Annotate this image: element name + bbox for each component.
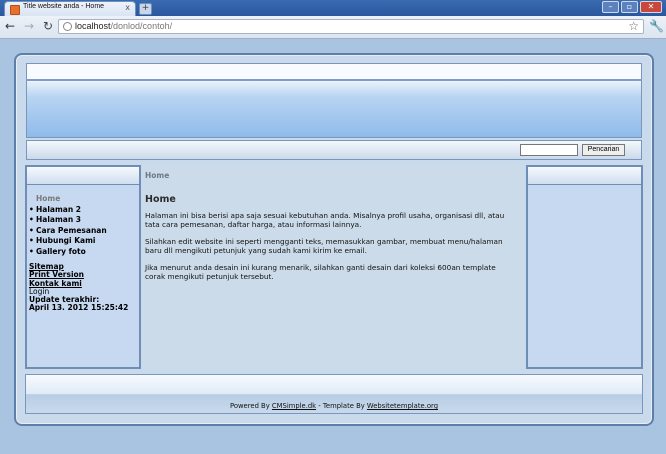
bullet-icon: • — [29, 246, 34, 256]
reload-icon[interactable]: ↻ — [41, 19, 55, 33]
browser-tab[interactable]: Title website anda - Home x — [4, 1, 136, 16]
menu-item-cara-pemesanan[interactable]: • Cara Pemesanan — [29, 226, 107, 237]
right-sidebar — [526, 165, 643, 369]
menu-item-label: Halaman 2 — [36, 204, 82, 214]
window-close-button[interactable]: ✕ — [640, 1, 662, 13]
search-button[interactable]: Pencarian — [582, 144, 625, 156]
last-update-value: April 13. 2012 15:25:42 — [29, 303, 129, 313]
address-bar[interactable]: localhost/donlod/contoh/ ☆ — [58, 19, 644, 34]
side-links: Sitemap Print Version Kontak kami Login … — [29, 262, 129, 313]
menu-item-label: Gallery foto — [36, 246, 86, 256]
menu-item-home[interactable]: Home — [29, 194, 107, 205]
bullet-icon: • — [29, 215, 34, 224]
address-url[interactable]: localhost/donlod/contoh/ — [75, 21, 172, 31]
url-path: /donlod/contoh/ — [110, 21, 173, 31]
bullet-icon: • — [29, 204, 34, 214]
menu-item-label: Halaman 3 — [36, 215, 82, 224]
footer-credits: Powered By CMSimple.dk - Template By Web… — [26, 402, 642, 410]
content-paragraph: Jika menurut anda desain ini kurang mena… — [145, 263, 496, 281]
new-tab-button[interactable]: + — [139, 3, 152, 15]
cmsimple-link[interactable]: CMSimple.dk — [272, 402, 316, 410]
left-sidebar-cap — [27, 167, 139, 185]
bullet-icon: • — [29, 225, 34, 235]
bullet-icon: • — [29, 236, 34, 245]
header-divider — [26, 79, 642, 81]
menu-item-label: Cara Pemesanan — [36, 225, 107, 235]
menu-item-label: Hubungi Kami — [36, 236, 96, 245]
menu-item-hubungi-kami[interactable]: • Hubungi Kami — [29, 236, 107, 247]
content-paragraph: Halaman ini bisa berisi apa saja sesuai … — [145, 211, 505, 229]
websitetemplate-link[interactable]: Websitetemplate.org — [367, 402, 438, 410]
url-host: localhost — [75, 21, 111, 31]
browser-titlebar: Title website anda - Home x + – ▫ ✕ — [0, 0, 666, 16]
window-minimize-button[interactable]: – — [602, 1, 619, 13]
nav-menu: Home • Halaman 2 • Halaman 3 • Cara Pemesan… — [29, 194, 107, 257]
footer-prefix: Powered By — [229, 402, 272, 410]
menu-item-halaman-2[interactable]: • Halaman 2 — [29, 205, 107, 216]
search-input[interactable] — [520, 144, 578, 156]
right-sidebar-cap — [528, 167, 641, 185]
menu-item-halaman-3[interactable]: • Halaman 3 — [29, 215, 107, 226]
browser-toolbar: ← → ↻ localhost/donlod/contoh/ ☆ 🔧 — [0, 16, 666, 39]
content-paragraph: Silahkan edit website ini seperti mengga… — [145, 237, 503, 255]
bookmark-star-icon[interactable]: ☆ — [628, 19, 639, 33]
site-header-banner — [26, 63, 642, 138]
wrench-menu-icon[interactable]: 🔧 — [649, 19, 664, 33]
window-maximize-button[interactable]: ▫ — [621, 1, 638, 13]
back-arrow-icon[interactable]: ← — [3, 19, 17, 33]
menu-item-gallery-foto[interactable]: • Gallery foto — [29, 247, 107, 258]
tab-title: Title website anda - Home — [23, 3, 105, 10]
page-title: Home — [145, 194, 176, 205]
globe-icon — [63, 22, 72, 31]
footer-middle: - Template By — [316, 402, 367, 410]
breadcrumb[interactable]: Home — [145, 171, 169, 180]
forward-arrow-icon[interactable]: → — [22, 19, 36, 33]
menu-item-label: Home — [36, 194, 61, 203]
favicon-icon — [10, 5, 20, 15]
tab-close-icon[interactable]: x — [125, 3, 130, 13]
